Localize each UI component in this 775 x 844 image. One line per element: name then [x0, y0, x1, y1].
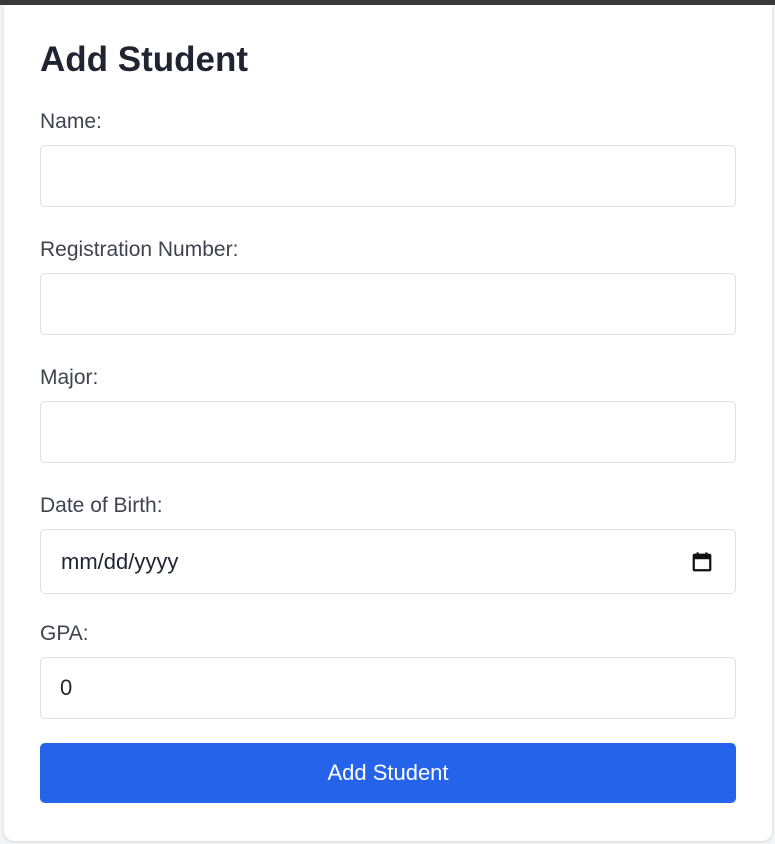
major-field-group: Major:	[40, 365, 736, 463]
registration-field-group: Registration Number:	[40, 237, 736, 335]
name-input[interactable]	[40, 145, 736, 207]
add-student-card: Add Student Name: Registration Number: M…	[4, 5, 772, 841]
gpa-label: GPA:	[40, 622, 89, 645]
dob-field-group: Date of Birth: mm/dd/yyyy	[40, 493, 736, 594]
gpa-input[interactable]	[40, 657, 736, 719]
registration-number-input[interactable]	[40, 273, 736, 335]
major-input[interactable]	[40, 401, 736, 463]
name-field-group: Name:	[40, 109, 736, 207]
name-label: Name:	[40, 110, 102, 133]
major-label: Major:	[40, 366, 99, 389]
gpa-field-group: GPA:	[40, 621, 736, 719]
registration-number-label: Registration Number:	[40, 238, 239, 261]
date-of-birth-input[interactable]: mm/dd/yyyy	[40, 529, 736, 594]
date-placeholder: mm/dd/yyyy	[61, 549, 179, 574]
add-student-button[interactable]: Add Student	[40, 743, 736, 803]
calendar-icon[interactable]	[691, 551, 713, 573]
page-title: Add Student	[40, 40, 249, 79]
date-of-birth-label: Date of Birth:	[40, 494, 163, 517]
